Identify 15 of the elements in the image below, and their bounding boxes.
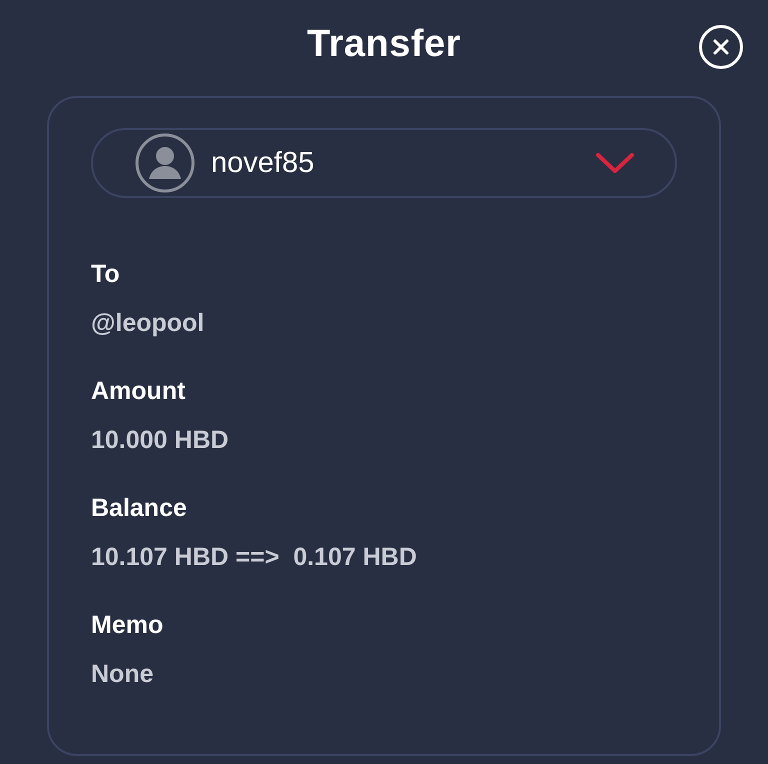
account-name: novef85	[211, 146, 316, 180]
chevron-down-icon	[595, 152, 635, 174]
field-value: 10.000 HBD	[91, 425, 230, 456]
close-icon	[713, 39, 729, 55]
close-button[interactable]	[699, 25, 743, 69]
field-value: None	[91, 659, 154, 690]
account-selector[interactable]: novef85	[91, 128, 677, 198]
field-label: To	[91, 259, 121, 290]
field-value: 10.107 HBD ==> 0.107 HBD	[91, 542, 418, 573]
dialog-title: Transfer	[307, 22, 461, 66]
field-label: Balance	[91, 493, 188, 524]
field-label: Amount	[91, 376, 186, 407]
field-label: Memo	[91, 610, 164, 641]
field-value: @leopool	[91, 308, 206, 339]
user-avatar-icon	[135, 133, 195, 193]
